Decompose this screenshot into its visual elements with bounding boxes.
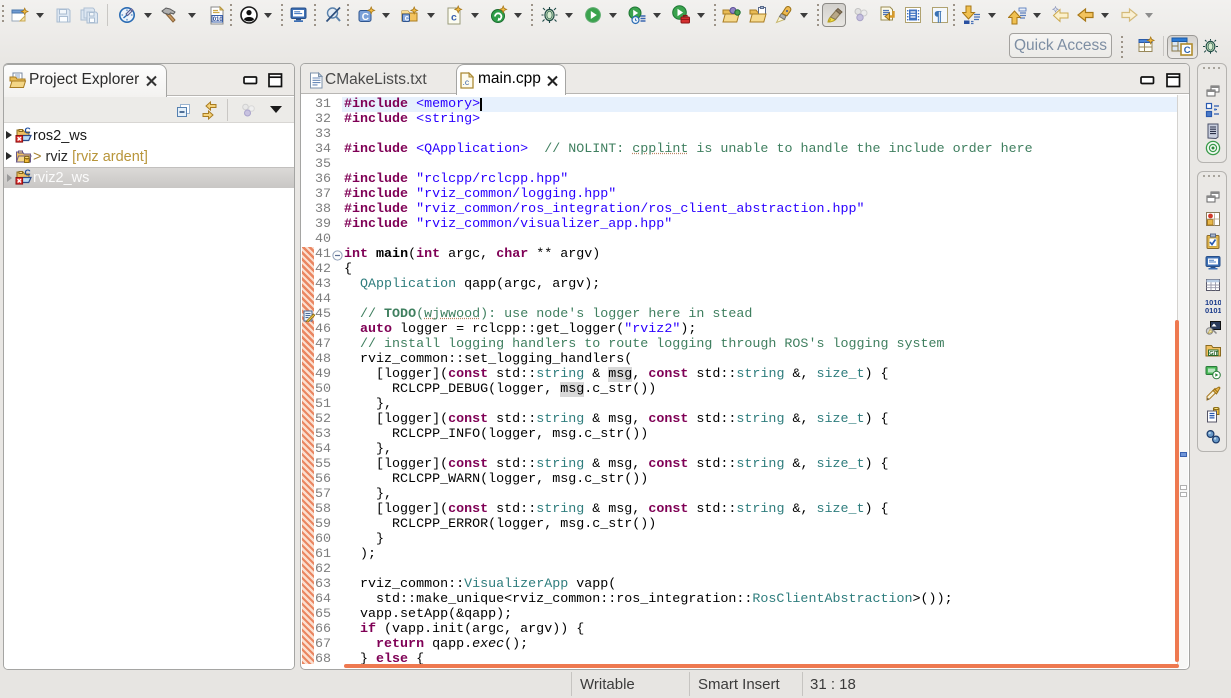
svg-text:010: 010 xyxy=(213,17,224,23)
svg-text:C: C xyxy=(25,127,31,136)
svg-text:c: c xyxy=(405,13,410,22)
svg-text:¶: ¶ xyxy=(934,9,942,25)
svg-text:C: C xyxy=(25,169,31,178)
svg-text:GIT: GIT xyxy=(1209,351,1219,357)
svg-text:.c: .c xyxy=(463,77,470,87)
svg-text:c: c xyxy=(451,12,457,24)
svg-text:C: C xyxy=(1184,45,1191,56)
svg-text:C: C xyxy=(362,12,369,23)
svg-text:0101: 0101 xyxy=(1205,306,1221,314)
